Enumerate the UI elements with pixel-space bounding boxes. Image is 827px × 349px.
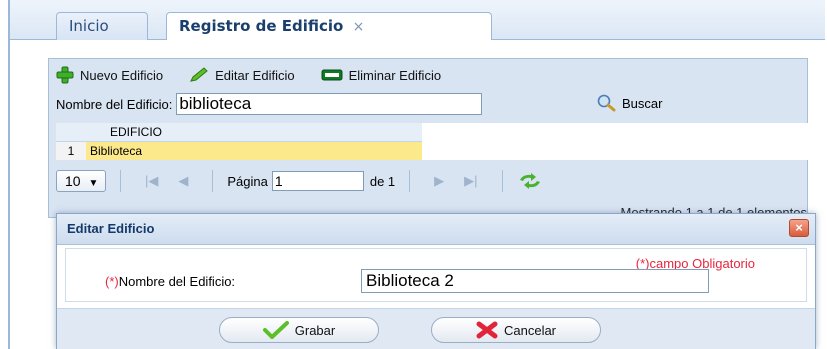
table-empty-area xyxy=(422,123,808,160)
refresh-icon[interactable] xyxy=(517,173,543,189)
column-header-edificio[interactable]: EDIFICIO xyxy=(110,123,162,141)
prev-page-icon[interactable]: ◀ xyxy=(178,173,188,189)
chevron-down-icon: ▼ xyxy=(88,178,99,189)
tab-inicio-label: Inicio xyxy=(69,17,109,35)
dialog-footer: Grabar Cancelar xyxy=(57,308,815,349)
page-size-select[interactable]: 10 ▼ xyxy=(56,170,106,192)
edit-dialog: Editar Edificio × (*)campo Obligatorio (… xyxy=(56,213,816,349)
search-button-label: Buscar xyxy=(622,95,663,111)
edificio-table: EDIFICIO 1 Biblioteca xyxy=(56,123,422,160)
x-icon xyxy=(476,321,498,339)
table-row[interactable]: 1 Biblioteca xyxy=(56,142,422,160)
add-icon xyxy=(56,66,74,84)
cancel-button-label: Cancelar xyxy=(503,322,557,338)
cell-edificio[interactable]: Biblioteca xyxy=(90,142,142,160)
page-input[interactable]: 1 xyxy=(271,171,364,191)
required-asterisk: (*) xyxy=(105,274,119,289)
tab-registro-edificio[interactable]: Registro de Edificio × xyxy=(166,12,492,41)
delete-edificio-label: Eliminar Edificio xyxy=(348,67,442,83)
dialog-header: Editar Edificio × xyxy=(57,214,815,245)
page-label: Página xyxy=(227,173,268,189)
delete-edificio-button[interactable]: Eliminar Edificio xyxy=(321,68,441,83)
field-label: (*)Nombre del Edificio: xyxy=(105,274,235,289)
pager-divider xyxy=(212,170,214,192)
last-page-icon[interactable]: ▶| xyxy=(464,173,477,189)
pager-divider xyxy=(501,170,503,192)
save-button[interactable]: Grabar xyxy=(219,317,379,343)
toolbar: Nuevo Edificio Editar Edificio Eliminar … xyxy=(56,64,467,86)
tab-inicio[interactable]: Inicio xyxy=(56,12,148,40)
pager-divider xyxy=(409,170,411,192)
pencil-icon xyxy=(190,67,208,82)
pager-divider xyxy=(120,170,121,192)
next-page-icon[interactable]: ▶ xyxy=(434,173,444,189)
edit-edificio-button[interactable]: Editar Edificio xyxy=(189,67,295,83)
tab-registro-label: Registro de Edificio xyxy=(179,17,344,35)
checkmark-icon xyxy=(262,321,289,339)
search-label: Nombre del Edificio: xyxy=(56,96,173,112)
cancel-button[interactable]: Cancelar xyxy=(431,317,601,343)
new-edificio-label: Nuevo Edificio xyxy=(80,67,164,83)
minus-icon xyxy=(321,69,343,81)
pager: 10 ▼ |◀ ◀ Página 1 de 1 ▶ ▶| xyxy=(56,168,543,194)
first-page-icon[interactable]: |◀ xyxy=(145,173,158,189)
tab-close-icon[interactable]: × xyxy=(353,19,365,35)
magnifier-icon xyxy=(597,94,616,112)
table-header: EDIFICIO xyxy=(56,123,422,142)
search-row: Nombre del Edificio: biblioteca xyxy=(56,92,483,116)
search-input[interactable]: biblioteca xyxy=(176,93,483,115)
row-number: 1 xyxy=(56,142,86,160)
dialog-title: Editar Edificio xyxy=(67,221,155,236)
edificio-name-input[interactable]: Biblioteca 2 xyxy=(361,269,709,293)
page-total: de 1 xyxy=(369,173,396,189)
close-icon[interactable]: × xyxy=(789,219,809,237)
save-button-label: Grabar xyxy=(294,322,336,338)
search-button[interactable]: Buscar xyxy=(596,94,662,112)
edit-edificio-label: Editar Edificio xyxy=(215,67,295,83)
page-size-value: 10 xyxy=(65,173,81,189)
new-edificio-button[interactable]: Nuevo Edificio xyxy=(56,66,163,84)
field-label-text: Nombre del Edificio: xyxy=(118,274,236,289)
tab-bar: Inicio Registro de Edificio × xyxy=(10,0,825,41)
